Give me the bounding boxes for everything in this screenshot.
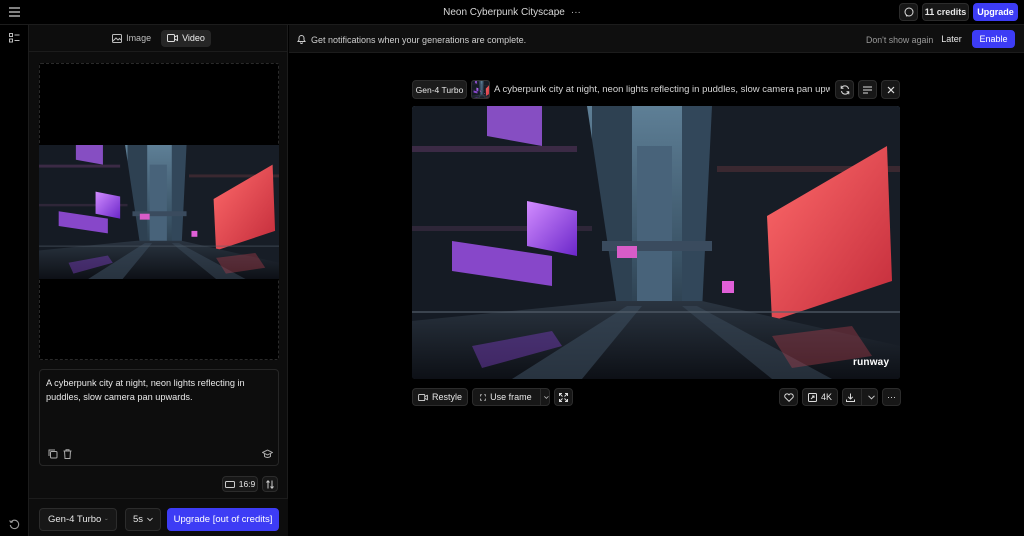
bell-icon — [297, 34, 306, 44]
tab-image[interactable]: Image — [106, 30, 157, 47]
dont-show-again-link[interactable]: Don't show again — [866, 35, 933, 45]
copy-icon[interactable] — [48, 449, 58, 459]
text-lines-icon — [863, 86, 872, 93]
notification-message: Get notifications when your generations … — [311, 35, 527, 45]
tab-image-label: Image — [126, 33, 152, 43]
top-bar — [0, 0, 1024, 25]
close-icon — [887, 86, 894, 93]
refresh-icon — [840, 84, 849, 95]
chevron-down-icon[interactable] — [867, 394, 875, 400]
swap-order-button[interactable] — [262, 476, 278, 492]
upgrade-button[interactable]: Upgrade — [973, 3, 1018, 21]
image-icon — [112, 33, 123, 43]
sessions-icon[interactable] — [9, 33, 20, 43]
watermark: runway — [853, 357, 890, 368]
details-button[interactable] — [858, 80, 877, 99]
ellipsis-icon: ··· — [887, 392, 896, 402]
aspect-ratio-label: 16:9 — [238, 479, 256, 489]
close-button[interactable] — [881, 80, 900, 99]
favorite-button[interactable] — [779, 388, 798, 406]
credits-button[interactable]: 11 credits — [922, 3, 969, 21]
restyle-button[interactable]: Restyle — [412, 388, 468, 406]
input-frame-image — [39, 145, 279, 279]
result-prompt: A cyberpunk city at night, neon lights r… — [494, 84, 830, 95]
tab-video[interactable]: Video — [161, 29, 211, 47]
generated-video-frame[interactable] — [412, 106, 900, 379]
download-icon — [845, 393, 855, 402]
enable-button[interactable]: Enable — [972, 30, 1015, 48]
input-thumbnail[interactable] — [471, 80, 490, 99]
trash-icon[interactable] — [63, 449, 72, 459]
use-frame-label: Use frame — [490, 392, 532, 402]
model-select-label: Gen-4 Turbo — [48, 514, 102, 525]
history-icon[interactable] — [9, 519, 20, 530]
restyle-label: Restyle — [431, 392, 462, 402]
rerun-button[interactable] — [835, 80, 854, 99]
aspect-ratio-icon — [224, 480, 235, 488]
left-rail — [0, 25, 29, 536]
expand-button[interactable] — [554, 388, 573, 406]
model-select[interactable]: Gen-4 Turbo — [39, 508, 117, 531]
expand-icon — [559, 392, 568, 402]
prompt-text[interactable]: A cyberpunk city at night, neon lights r… — [46, 376, 272, 404]
prompt-guide-icon[interactable] — [262, 449, 273, 459]
video-icon — [418, 393, 428, 401]
aspect-ratio-button[interactable]: 16:9 — [222, 476, 258, 492]
later-button[interactable]: Later — [935, 30, 968, 48]
mode-tabs: Image Video — [29, 25, 288, 52]
video-icon — [167, 34, 179, 42]
chat-icon — [904, 7, 913, 17]
feedback-button[interactable] — [899, 3, 918, 21]
chevron-down-icon — [105, 518, 108, 521]
menu-icon[interactable] — [9, 7, 20, 17]
duration-select[interactable]: 5s — [125, 508, 161, 531]
download-button[interactable] — [842, 388, 878, 406]
more-options-button[interactable]: ··· — [882, 388, 901, 406]
tab-video-label: Video — [182, 33, 205, 43]
duration-select-label: 5s — [133, 514, 144, 525]
heart-icon — [783, 392, 794, 402]
upscale-label: 4K — [820, 392, 832, 402]
use-frame-button[interactable]: Use frame — [472, 388, 550, 406]
chevron-down-icon[interactable] — [544, 395, 549, 400]
upscale-icon — [807, 392, 817, 402]
upscale-4k-button[interactable]: 4K — [802, 388, 838, 406]
generate-button[interactable]: Upgrade [out of credits] — [167, 508, 279, 531]
chevron-down-icon — [147, 517, 153, 522]
swap-icon — [266, 479, 274, 489]
model-badge: Gen-4 Turbo — [412, 80, 467, 99]
frame-icon — [480, 393, 487, 401]
